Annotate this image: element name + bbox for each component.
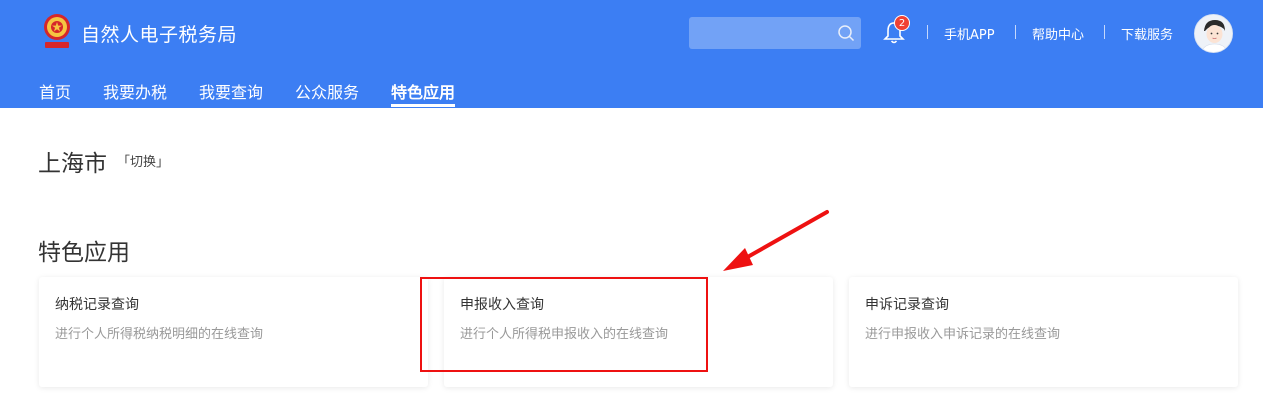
current-city: 上海市 xyxy=(38,151,107,177)
card-tax-record-query[interactable]: 纳税记录查询 进行个人所得税纳税明细的在线查询 xyxy=(39,277,428,387)
avatar-illustration xyxy=(1195,15,1232,52)
tax-emblem-icon[interactable] xyxy=(40,12,74,52)
highlight-box xyxy=(420,277,708,372)
divider xyxy=(1015,25,1016,39)
top-header: 自然人电子税务局 2 手机APP 帮助中心 下载服务 首页 我要办税 我要查询 … xyxy=(0,0,1263,108)
nav-featured-apps[interactable]: 特色应用 xyxy=(391,79,455,103)
active-tab-indicator xyxy=(391,104,455,107)
divider xyxy=(927,25,928,39)
nav-inquiry[interactable]: 我要查询 xyxy=(199,79,263,103)
search-input[interactable] xyxy=(689,17,861,49)
red-arrow-annotation xyxy=(723,210,829,271)
nav-tax-filing[interactable]: 我要办税 xyxy=(103,79,167,103)
link-help-center[interactable]: 帮助中心 xyxy=(1032,24,1084,43)
divider xyxy=(1104,25,1105,39)
card-title: 申诉记录查询 xyxy=(865,297,949,313)
site-title[interactable]: 自然人电子税务局 xyxy=(81,20,237,47)
user-avatar[interactable] xyxy=(1194,14,1233,53)
nav-public-service[interactable]: 公众服务 xyxy=(295,79,359,103)
card-description: 进行个人所得税纳税明细的在线查询 xyxy=(55,327,264,342)
notification-badge: 2 xyxy=(894,15,910,31)
card-appeal-record-query[interactable]: 申诉记录查询 进行申报收入申诉记录的在线查询 xyxy=(849,277,1238,387)
section-title: 特色应用 xyxy=(38,240,130,266)
search-icon[interactable] xyxy=(836,23,856,43)
link-download-service[interactable]: 下载服务 xyxy=(1121,24,1173,43)
card-title: 纳税记录查询 xyxy=(55,297,139,313)
nav-home[interactable]: 首页 xyxy=(39,79,71,103)
link-mobile-app[interactable]: 手机APP xyxy=(944,24,995,43)
switch-city-link[interactable]: 「切换」 xyxy=(117,151,169,170)
card-description: 进行申报收入申诉记录的在线查询 xyxy=(865,327,1061,342)
